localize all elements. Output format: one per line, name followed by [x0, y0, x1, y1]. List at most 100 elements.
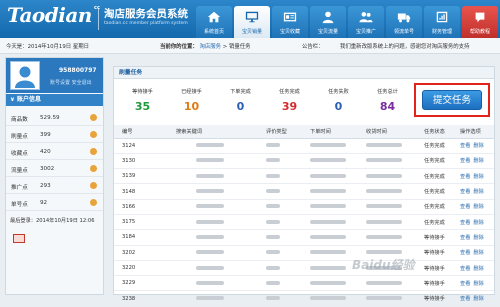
user-links[interactable]: 账号设置 安全退出 — [50, 79, 92, 86]
stat-total[interactable]: 任务总计 84 — [363, 84, 412, 117]
stat-completed[interactable]: 任务完成 39 — [265, 84, 314, 117]
breadcrumb: 当前你的位置： 淘店服务 > 销量任务 — [160, 42, 251, 50]
row-review-redacted — [266, 229, 310, 246]
table-row[interactable]: 3148 任务完成 查看 删除 — [114, 183, 494, 200]
delete-link[interactable]: 删除 — [473, 143, 483, 149]
delete-link[interactable]: 删除 — [473, 296, 483, 302]
stat-waiting[interactable]: 等待接手 35 — [118, 84, 167, 117]
row-id: 3130 — [114, 153, 176, 170]
view-link[interactable]: 查看 — [460, 204, 470, 210]
coin-icon[interactable] — [90, 114, 97, 121]
coin-icon[interactable] — [90, 165, 97, 172]
table-row[interactable]: 3220 等待接手 查看 删除 — [114, 260, 494, 277]
table-row[interactable]: 3184 等待接手 查看 删除 — [114, 229, 494, 246]
row-status: 等待接手 — [424, 260, 460, 277]
delete-link[interactable]: 删除 — [473, 174, 483, 180]
account-info-header: ∨ 账户信息 — [6, 94, 103, 106]
delete-link[interactable]: 删除 — [473, 250, 483, 256]
submit-task-button[interactable]: 提交任务 — [422, 90, 482, 110]
view-link[interactable]: 查看 — [460, 174, 470, 180]
nav-traffic[interactable]: 宝贝流量 — [310, 6, 346, 38]
coin-icon[interactable] — [90, 199, 97, 206]
row-status: 任务完成 — [424, 214, 460, 231]
delete-link[interactable]: 删除 — [473, 189, 483, 195]
row-status: 任务完成 — [424, 138, 460, 154]
coin-icon[interactable] — [90, 131, 97, 138]
view-link[interactable]: 查看 — [460, 235, 470, 241]
nav-home[interactable]: 系统首页 — [196, 6, 232, 38]
row-review-redacted — [266, 245, 310, 261]
stat-label: 下单完成 — [230, 89, 251, 95]
view-link[interactable]: 查看 — [460, 158, 470, 164]
stat-accepted[interactable]: 已经接手 10 — [167, 84, 216, 117]
stat-label: 任务完成 — [279, 89, 300, 95]
view-link[interactable]: 查看 — [460, 143, 470, 149]
row-order-time-redacted — [310, 199, 366, 215]
view-link[interactable]: 查看 — [460, 220, 470, 226]
table-row[interactable]: 3202 等待接手 查看 删除 — [114, 245, 494, 261]
id-card-icon[interactable] — [13, 234, 25, 243]
table-row[interactable]: 3175 任务完成 查看 删除 — [114, 214, 494, 231]
row-review-redacted — [266, 153, 310, 170]
site-subtitle: taodian.cc member platform system — [104, 21, 188, 26]
account-key: 流量点 — [11, 168, 28, 174]
col-status[interactable]: 任务状态 — [424, 125, 460, 139]
nav-help[interactable]: 帮助教程 — [462, 6, 498, 38]
delete-link[interactable]: 删除 — [473, 158, 483, 164]
submit-highlight: 提交任务 — [414, 83, 490, 117]
nav-finance[interactable]: 财务管理 — [424, 6, 460, 38]
notice-text[interactable]: 我们重新改版系统上的问题，感谢您对淘店服务的支持 — [340, 42, 469, 50]
home-icon — [207, 11, 221, 23]
account-key: 刷量点 — [11, 134, 28, 140]
row-status: 等待接手 — [424, 290, 460, 307]
delete-link[interactable]: 删除 — [473, 281, 483, 287]
sidebar: 958800797 账号设置 安全退出 ∨ 账户信息 商品数 529.59 刷量点… — [5, 57, 104, 295]
nav-favorites[interactable]: 宝贝收藏 — [272, 6, 308, 38]
row-receive-time-redacted — [366, 168, 424, 185]
col-keyword[interactable]: 搜索关键词 — [176, 125, 266, 139]
row-actions: 查看 删除 — [460, 290, 494, 307]
row-receive-time-redacted — [366, 138, 424, 154]
nav-tracking[interactable]: 领流单号 — [386, 6, 422, 38]
account-value: 399 — [40, 132, 51, 138]
stat-label: 等待接手 — [132, 89, 153, 95]
site-logo[interactable]: Taodian — [7, 3, 92, 27]
main-panel: 刷量任务 等待接手 35 已经接手 10 下单完成 0 任务完成 39 任务失败… — [113, 66, 495, 307]
view-link[interactable]: 查看 — [460, 250, 470, 256]
task-table-body: 3124 任务完成 查看 删除 3130 任务完成 查看 删除 3139 任务完成 查看 删除 3148… — [114, 138, 494, 307]
delete-link[interactable]: 删除 — [473, 220, 483, 226]
table-row[interactable]: 3166 任务完成 查看 删除 — [114, 199, 494, 215]
delete-link[interactable]: 删除 — [473, 266, 483, 272]
row-actions: 查看 删除 — [460, 260, 494, 277]
view-link[interactable]: 查看 — [460, 296, 470, 302]
table-row[interactable]: 3238 等待接手 查看 删除 — [114, 290, 494, 307]
delete-link[interactable]: 删除 — [473, 235, 483, 241]
view-link[interactable]: 查看 — [460, 266, 470, 272]
col-order-time[interactable]: 下单时间 — [310, 125, 366, 139]
row-review-redacted — [266, 138, 310, 154]
stat-failed[interactable]: 任务失败 0 — [314, 84, 363, 117]
nav-promotion[interactable]: 宝贝推广 — [348, 6, 384, 38]
col-receive-time[interactable]: 收货时间 — [366, 125, 424, 139]
stat-ordered[interactable]: 下单完成 0 — [216, 84, 265, 117]
col-review-type[interactable]: 评价类型 — [266, 125, 310, 139]
avatar[interactable] — [10, 61, 40, 90]
coin-icon[interactable] — [90, 148, 97, 155]
table-row[interactable]: 3229 等待接手 查看 删除 — [114, 275, 494, 292]
col-id[interactable]: 编号 — [114, 125, 176, 139]
account-info-title: 账户信息 — [16, 96, 41, 103]
delete-link[interactable]: 删除 — [473, 204, 483, 210]
view-link[interactable]: 查看 — [460, 281, 470, 287]
nav-label: 宝贝推广 — [355, 29, 376, 35]
row-keyword-redacted — [176, 214, 266, 231]
breadcrumb-link[interactable]: 淘店服务 — [199, 44, 221, 50]
monitor-icon — [245, 11, 259, 23]
nav-sales[interactable]: 宝贝销量 — [234, 6, 270, 38]
table-row[interactable]: 3124 任务完成 查看 删除 — [114, 138, 494, 154]
view-link[interactable]: 查看 — [460, 189, 470, 195]
row-status: 等待接手 — [424, 275, 460, 292]
coin-icon[interactable] — [90, 182, 97, 189]
table-row[interactable]: 3139 任务完成 查看 删除 — [114, 168, 494, 185]
row-id: 3148 — [114, 183, 176, 200]
table-row[interactable]: 3130 任务完成 查看 删除 — [114, 153, 494, 170]
